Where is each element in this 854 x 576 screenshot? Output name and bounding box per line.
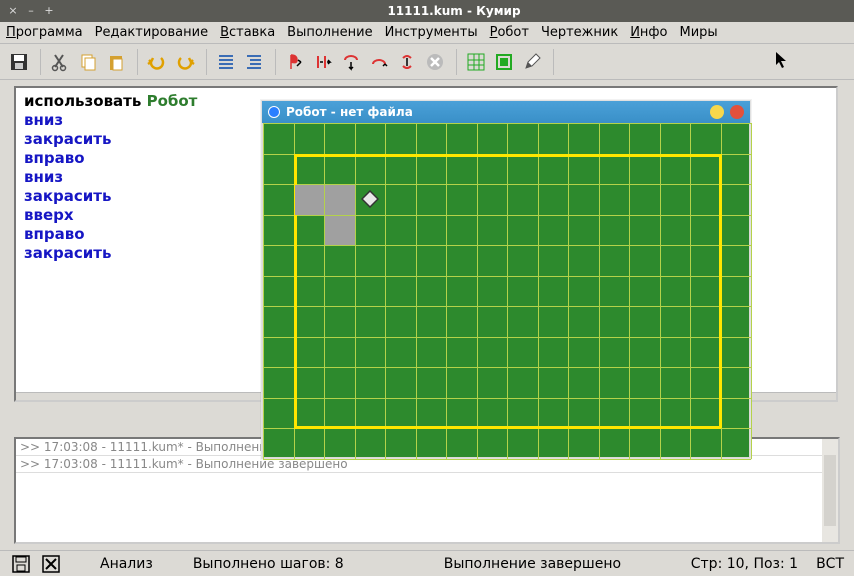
status-close-icon[interactable] xyxy=(40,553,62,575)
robot-window: Робот - нет файла xyxy=(261,100,751,459)
menu-edit[interactable]: Редактирование xyxy=(95,25,208,40)
menu-worlds[interactable]: Миры xyxy=(680,25,718,40)
robot-titlebar[interactable]: Робот - нет файла xyxy=(262,101,750,123)
step-into-icon[interactable] xyxy=(338,49,364,75)
status-msg: Выполнение завершено xyxy=(444,556,621,572)
window-minimize-icon[interactable]: – xyxy=(24,4,38,18)
robot-window-title: Робот - нет файла xyxy=(286,105,704,119)
undo-icon[interactable] xyxy=(144,49,170,75)
robot-marker xyxy=(361,190,379,208)
step-over-icon[interactable] xyxy=(366,49,392,75)
menu-robot[interactable]: Робот xyxy=(490,25,529,40)
step-icon[interactable] xyxy=(310,49,336,75)
robot-minimize-icon[interactable] xyxy=(710,105,724,119)
menu-program[interactable]: Программа xyxy=(6,25,83,40)
step-out-icon[interactable] xyxy=(394,49,420,75)
pencil-icon[interactable] xyxy=(519,49,545,75)
redo-icon[interactable] xyxy=(172,49,198,75)
toolbar xyxy=(0,44,854,80)
window-maximize-icon[interactable]: + xyxy=(42,4,56,18)
kw-use: использовать xyxy=(24,92,141,110)
menu-info[interactable]: Инфо xyxy=(630,25,667,40)
window-titlebar: × – + 11111.kum - Кумир xyxy=(0,0,854,22)
run-icon[interactable] xyxy=(282,49,308,75)
robot-icon[interactable] xyxy=(491,49,517,75)
painted-cell xyxy=(325,185,355,215)
copy-icon[interactable] xyxy=(75,49,101,75)
painted-cell xyxy=(295,185,325,215)
status-cursor-pos: Стр: 10, Поз: 1 xyxy=(691,556,798,572)
painted-cell xyxy=(325,216,355,246)
menu-drafter[interactable]: Чертежник xyxy=(541,25,618,40)
stop-icon[interactable] xyxy=(422,49,448,75)
menu-tools[interactable]: Инструменты xyxy=(385,25,478,40)
statusbar: Анализ Выполнено шагов: 8 Выполнение зав… xyxy=(0,550,854,576)
window-title: 11111.kum - Кумир xyxy=(60,4,848,18)
status-save-icon[interactable] xyxy=(10,553,32,575)
cut-icon[interactable] xyxy=(47,49,73,75)
window-close-icon[interactable]: × xyxy=(6,4,20,18)
status-insert-mode: ВСТ xyxy=(816,556,844,572)
paste-icon[interactable] xyxy=(103,49,129,75)
menubar: Программа Редактирование Вставка Выполне… xyxy=(0,22,854,44)
menu-insert[interactable]: Вставка xyxy=(220,25,275,40)
log-scrollbar[interactable] xyxy=(822,439,838,542)
cursor-icon xyxy=(774,51,788,73)
status-analysis: Анализ xyxy=(100,556,153,572)
menu-run[interactable]: Выполнение xyxy=(287,25,372,40)
grid-icon[interactable] xyxy=(463,49,489,75)
indent-left-icon[interactable] xyxy=(213,49,239,75)
robot-field[interactable] xyxy=(263,123,749,457)
kw-actor: Робот xyxy=(147,92,198,110)
save-icon[interactable] xyxy=(6,49,32,75)
robot-close-icon[interactable] xyxy=(730,105,744,119)
status-steps: Выполнено шагов: 8 xyxy=(193,556,344,572)
indent-right-icon[interactable] xyxy=(241,49,267,75)
robot-app-icon xyxy=(268,106,280,118)
